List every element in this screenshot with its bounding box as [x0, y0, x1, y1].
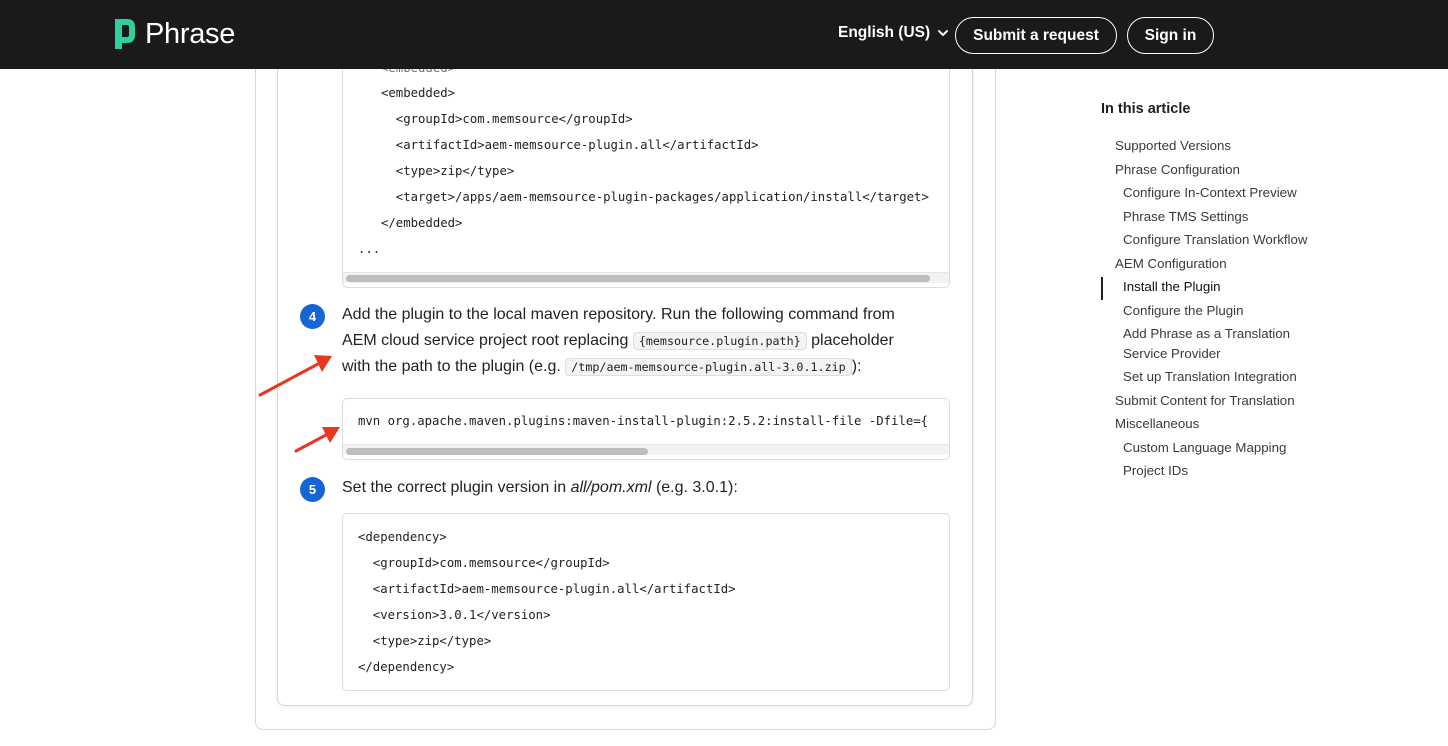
toc-item-aem-configuration[interactable]: AEM Configuration — [1115, 254, 1227, 274]
language-label: English (US) — [838, 24, 931, 41]
submit-request-button[interactable]: Submit a request — [955, 17, 1117, 54]
step-4-line-2: AEM cloud service project root replacing… — [342, 328, 952, 354]
annotation-arrow-icon — [258, 355, 332, 397]
toc-item-miscellaneous[interactable]: Miscellaneous — [1115, 414, 1199, 434]
horizontal-scrollbar-thumb[interactable] — [346, 275, 930, 282]
code-line: <target>/apps/aem-memsource-plugin-packa… — [381, 190, 929, 204]
toc-item-submit-content-for-translation[interactable]: Submit Content for Translation — [1115, 391, 1295, 411]
toc-item-add-phrase-translation-provider[interactable]: Add Phrase as a Translation — [1123, 324, 1290, 344]
code-line: </embedded> — [381, 216, 463, 230]
code-line: ... — [358, 242, 381, 256]
code-block-mvn-command[interactable]: mvn org.apache.maven.plugins:maven-insta… — [342, 398, 950, 460]
toc-item-configure-in-context-preview[interactable]: Configure In-Context Preview — [1123, 183, 1297, 203]
step-number-badge: 5 — [300, 477, 325, 502]
code-line: <type>zip</type> — [381, 164, 515, 178]
code-line: <artifactId>aem-memsource-plugin.all</ar… — [381, 138, 759, 152]
toc-item-install-the-plugin[interactable]: Install the Plugin — [1123, 277, 1221, 297]
sign-in-button[interactable]: Sign in — [1127, 17, 1214, 54]
horizontal-scrollbar-thumb[interactable] — [346, 448, 648, 455]
code-line: <embedded> — [381, 86, 456, 100]
chevron-down-icon — [938, 30, 949, 36]
step-4-text-part: ): — [851, 358, 862, 375]
code-line: <version>3.0.1</version> — [358, 608, 551, 622]
language-selector[interactable]: English (US) — [838, 24, 949, 42]
code-block-embedded[interactable]: <embedded> <embedded> <groupId>com.memso… — [342, 40, 950, 288]
toc-item-configure-the-plugin[interactable]: Configure the Plugin — [1123, 301, 1244, 321]
toc-item-phrase-tms-settings[interactable]: Phrase TMS Settings — [1123, 207, 1248, 227]
annotation-arrow-icon — [294, 427, 340, 453]
step-4-line-1: Add the plugin to the local maven reposi… — [342, 302, 952, 328]
logo-wordmark: Phrase — [145, 17, 236, 50]
code-line: <type>zip</type> — [358, 634, 492, 648]
step-4-line-3: with the path to the plugin (e.g. /tmp/a… — [342, 354, 952, 380]
step-4-text: Add the plugin to the local maven reposi… — [342, 302, 952, 380]
inline-code-plugin-path: {memsource.plugin.path} — [632, 332, 807, 350]
step-number-badge: 4 — [300, 304, 325, 329]
toc-item-custom-language-mapping[interactable]: Custom Language Mapping — [1123, 438, 1286, 458]
file-path: all/pom.xml — [570, 479, 652, 496]
step-4-text-part: AEM cloud service project root replacing — [342, 332, 629, 349]
step-5-text: Set the correct plugin version in all/po… — [342, 475, 738, 501]
toc-item-set-up-translation-integration[interactable]: Set up Translation Integration — [1123, 367, 1297, 387]
toc-item-add-phrase-translation-provider-line-2[interactable]: Service Provider — [1123, 344, 1221, 364]
toc-item-configure-translation-workflow[interactable]: Configure Translation Workflow — [1123, 230, 1308, 250]
toc-item-supported-versions[interactable]: Supported Versions — [1115, 136, 1231, 156]
code-line: <dependency> — [358, 530, 447, 544]
phrase-logo-icon — [115, 19, 135, 49]
code-line: <groupId>com.memsource</groupId> — [358, 556, 610, 570]
step-4-text-part: with the path to the plugin (e.g. — [342, 358, 561, 375]
phrase-logo[interactable]: Phrase — [113, 17, 235, 51]
code-line: <artifactId>aem-memsource-plugin.all</ar… — [358, 582, 736, 596]
toc-active-indicator — [1101, 277, 1103, 300]
inline-code-example-path: /tmp/aem-memsource-plugin.all-3.0.1.zip — [565, 358, 852, 376]
code-block-dependency[interactable]: <dependency> <groupId>com.memsource</gro… — [342, 513, 950, 691]
toc-title: In this article — [1101, 101, 1191, 117]
code-line: <groupId>com.memsource</groupId> — [381, 112, 633, 126]
step-4-text-part: Add the plugin to the local maven reposi… — [342, 306, 895, 323]
step-5-text-part: (e.g. 3.0.1): — [655, 479, 738, 496]
code-line: </dependency> — [358, 660, 455, 674]
step-5-text-part: Set the correct plugin version in — [342, 479, 567, 496]
toc-item-project-ids[interactable]: Project IDs — [1123, 461, 1188, 481]
toc-item-phrase-configuration[interactable]: Phrase Configuration — [1115, 160, 1240, 180]
step-4-text-part: placeholder — [811, 332, 894, 349]
top-navigation-bar: Phrase English (US) Submit a request Sig… — [0, 0, 1448, 69]
code-line-command: mvn org.apache.maven.plugins:maven-insta… — [358, 414, 929, 428]
